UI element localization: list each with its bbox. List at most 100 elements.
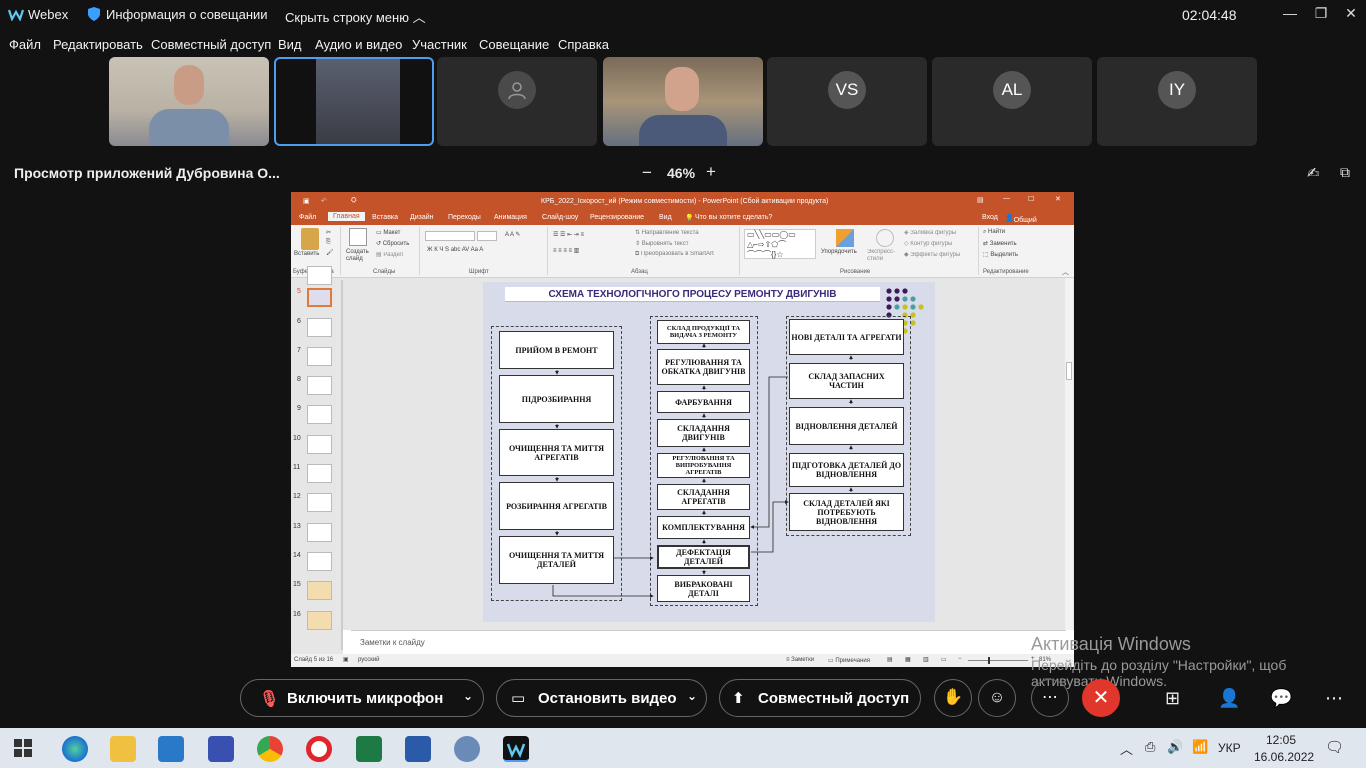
tray-chevron-icon[interactable]: ︿ xyxy=(1120,739,1133,758)
notes-pane[interactable]: Заметки к слайду xyxy=(351,630,1066,654)
volume-icon[interactable]: 🔊 xyxy=(1167,739,1183,755)
raise-hand-icon[interactable]: ✋ xyxy=(934,679,972,717)
slide-thumb[interactable] xyxy=(307,552,332,571)
menu-view[interactable]: Вид xyxy=(278,37,302,52)
close-icon[interactable]: ✕ xyxy=(1344,6,1358,20)
tab-view[interactable]: Вид xyxy=(659,214,672,221)
save-icon[interactable]: ▣ xyxy=(303,197,310,205)
paste-button[interactable]: Вставить xyxy=(294,251,319,257)
zoom-in-button[interactable]: + xyxy=(706,162,716,182)
sign-in-link[interactable]: Вход xyxy=(982,214,998,221)
tab-design[interactable]: Дизайн xyxy=(410,214,434,221)
slide-thumb[interactable] xyxy=(307,581,332,600)
shape-outline-button[interactable]: ◇ Контур фигуры xyxy=(904,240,952,247)
font-name-input[interactable] xyxy=(425,231,475,241)
taskbar-time[interactable]: 12:05 xyxy=(1266,733,1296,747)
participants-icon[interactable]: 👤 xyxy=(1218,688,1240,709)
editor-scrollbar[interactable] xyxy=(1065,278,1073,630)
excel-icon[interactable] xyxy=(356,736,382,762)
menu-share[interactable]: Совместный доступ xyxy=(151,37,271,52)
paste-icon[interactable] xyxy=(301,228,319,250)
tab-file[interactable]: Файл xyxy=(299,214,316,221)
create-slide-button[interactable]: Создать слайд xyxy=(346,249,372,263)
edge-icon[interactable] xyxy=(62,736,88,762)
participant-tile[interactable]: IY xyxy=(1097,57,1257,146)
slide-thumb[interactable] xyxy=(307,376,332,395)
more-options-icon[interactable]: ⋯ xyxy=(1031,679,1069,717)
comments-button[interactable]: ▭ Примечания xyxy=(828,657,870,664)
chevron-down-icon[interactable]: ⌄ xyxy=(687,689,697,703)
quick-styles-icon[interactable] xyxy=(876,229,894,247)
shapes-gallery[interactable]: ▭╲╲▭▭◯▭ △⌐⇨⇧⬠⌒ ⌒⌒⌒{}☆ xyxy=(744,229,816,259)
chevron-down-icon[interactable]: ⌄ xyxy=(463,689,473,703)
list-icons[interactable]: ☰ ☰ ⇤ ⇥ ≡ xyxy=(553,231,584,238)
shape-effects-button[interactable]: ◆ Эффекты фигуры xyxy=(904,251,960,258)
copy-icon[interactable]: ⎘ xyxy=(326,239,331,246)
menu-audio-video[interactable]: Аудио и видео xyxy=(315,37,402,52)
ribbon-options-icon[interactable]: ▤ xyxy=(977,196,984,204)
find-button[interactable]: ⌕ Найти xyxy=(983,229,1005,236)
menu-participant[interactable]: Участник xyxy=(412,37,467,52)
slide-thumb[interactable] xyxy=(307,435,332,454)
section-button[interactable]: ▤ Раздел xyxy=(376,251,403,258)
menu-file[interactable]: Файл xyxy=(9,37,41,52)
menu-meeting[interactable]: Совещание xyxy=(479,37,549,52)
arrange-button[interactable]: Упорядочить xyxy=(821,249,857,255)
zoom-slider-thumb[interactable] xyxy=(988,657,990,664)
view-sorter-icon[interactable]: ▦ xyxy=(905,656,911,663)
slide-thumb[interactable] xyxy=(307,405,332,424)
font-grow-icon[interactable]: A A ✎ xyxy=(505,231,520,238)
ppt-minimize-icon[interactable]: — xyxy=(1003,195,1010,202)
participant-video-active[interactable] xyxy=(274,57,434,146)
undo-icon[interactable]: ↶ xyxy=(321,197,327,205)
shape-fill-button[interactable]: ◈ Заливка фигуры xyxy=(904,229,956,236)
slide-thumb-active[interactable] xyxy=(307,288,332,307)
quick-access-icon[interactable]: ⛭ xyxy=(351,197,357,205)
tab-animations[interactable]: Анимация xyxy=(494,214,527,221)
apps-icon[interactable]: ⊞ xyxy=(1165,688,1180,709)
notes-button[interactable]: ≡ Заметки xyxy=(786,657,814,663)
minimize-icon[interactable]: — xyxy=(1283,6,1297,20)
share-content-button[interactable]: ⬆ Совместный доступ xyxy=(719,679,921,717)
view-reading-icon[interactable]: ▥ xyxy=(923,656,929,663)
slide-thumb[interactable] xyxy=(307,523,332,542)
zoom-out-icon[interactable]: − xyxy=(958,656,962,662)
text-direction-button[interactable]: ⇅ Направление текста xyxy=(635,229,699,236)
chrome-icon[interactable] xyxy=(257,736,283,762)
tab-home[interactable]: Главная xyxy=(328,212,365,221)
font-style-icons[interactable]: Ж К Ч S abc AV Aa A xyxy=(427,247,483,253)
taskbar-date[interactable]: 16.06.2022 xyxy=(1254,750,1314,764)
search-app-icon[interactable] xyxy=(454,736,480,762)
save-app-icon[interactable] xyxy=(208,736,234,762)
slide-thumb[interactable] xyxy=(307,493,332,512)
select-button[interactable]: ⬚ Выделить xyxy=(983,251,1018,258)
menu-edit[interactable]: Редактировать xyxy=(53,37,143,52)
slide-thumb[interactable] xyxy=(307,266,332,285)
participant-tile[interactable]: AL xyxy=(932,57,1092,146)
slide-thumb[interactable] xyxy=(307,611,332,630)
replace-button[interactable]: ⇄ Заменить xyxy=(983,240,1017,247)
reset-button[interactable]: ↺ Сбросить xyxy=(376,240,409,247)
network-icon[interactable]: 📶 xyxy=(1192,739,1208,755)
more-icon[interactable]: ⋯ xyxy=(1325,688,1343,709)
smartart-button[interactable]: ⧉ Преобразовать в SmartArt xyxy=(635,251,714,258)
reactions-icon[interactable]: ☺ xyxy=(978,679,1016,717)
cut-icon[interactable]: ✂ xyxy=(326,229,331,236)
unmute-button[interactable]: 🎙 Включить микрофон ⌄ xyxy=(240,679,484,717)
word-icon[interactable] xyxy=(405,736,431,762)
align-text-button[interactable]: ⇕ Выровнять текст xyxy=(635,240,688,247)
slide-thumb[interactable] xyxy=(307,318,332,337)
quick-styles-button[interactable]: Экспресс-стили xyxy=(867,249,899,263)
arrange-icon[interactable] xyxy=(836,229,854,247)
font-size-input[interactable] xyxy=(477,231,497,241)
leave-meeting-icon[interactable]: ✕ xyxy=(1082,679,1120,717)
participant-video[interactable] xyxy=(109,57,269,146)
tell-me-input[interactable]: Что вы хотите сделать? xyxy=(695,214,772,221)
tab-insert[interactable]: Вставка xyxy=(372,214,398,221)
slide-thumb[interactable] xyxy=(307,464,332,483)
ppt-close-icon[interactable]: ✕ xyxy=(1055,195,1061,203)
notifications-icon[interactable]: 🗨 xyxy=(1325,738,1344,756)
tab-review[interactable]: Рецензирование xyxy=(590,214,644,221)
participant-tile[interactable]: VS xyxy=(767,57,927,146)
format-painter-icon[interactable]: 🖌 xyxy=(326,249,334,256)
